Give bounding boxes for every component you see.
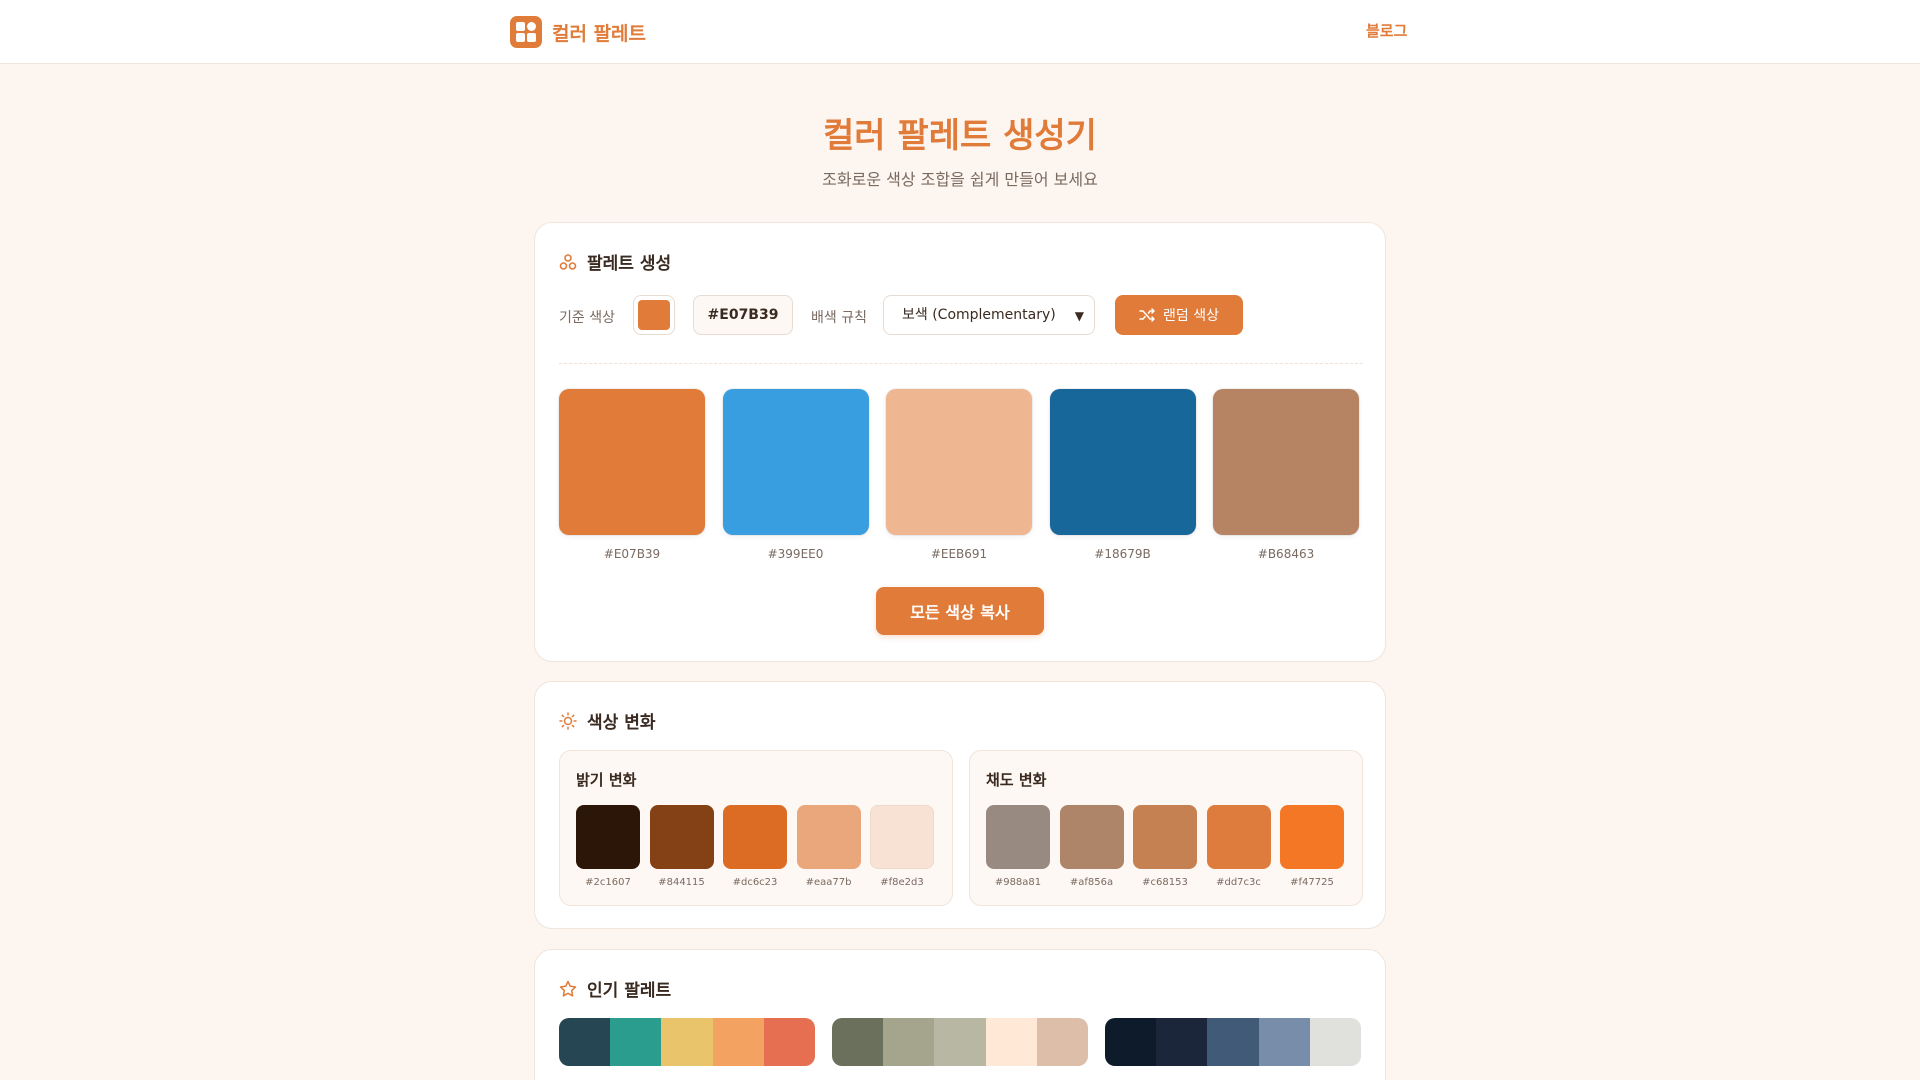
palette-color-item[interactable]: #E07B39 [559, 389, 705, 561]
saturation-hex: #c68153 [1142, 877, 1188, 888]
popular-palette-color [1207, 1018, 1259, 1066]
palette-generator-card: 팔레트 생성 기준 색상 배색 규칙 보색 (Complementary) ▼ … [534, 222, 1386, 662]
popular-palette-color [763, 1018, 815, 1066]
brightness-hex: #eaa77b [805, 877, 852, 888]
popular-palette-color [712, 1018, 764, 1066]
popular-palette-strip[interactable] [559, 1018, 815, 1066]
card-header: 인기 팔레트 [559, 976, 671, 1001]
palette-circles-icon [559, 253, 577, 270]
popular-palettes-card: 인기 팔레트 [534, 949, 1386, 1080]
brand[interactable]: 컬러 팔레트 [510, 16, 646, 48]
base-color-swatch [638, 300, 670, 330]
saturation-swatch[interactable] [1133, 805, 1197, 869]
saturation-title: 채도 변화 [986, 771, 1047, 789]
brightness-hex: #f8e2d3 [880, 877, 924, 888]
popular-palette-color [1036, 1018, 1088, 1066]
popular-palette-color [1258, 1018, 1310, 1066]
palette-color-item[interactable]: #399EE0 [722, 389, 869, 561]
generated-palette: #E07B39 #399EE0 #EEB691 #18679B #B68463 [559, 389, 1365, 569]
palette-color-hex: #399EE0 [767, 547, 824, 561]
card-title: 색상 변화 [587, 713, 656, 733]
card-title: 팔레트 생성 [587, 254, 672, 274]
page-title: 컬러 팔레트 생성기 [823, 116, 1097, 156]
shuffle-icon [1139, 308, 1155, 322]
saturation-hex: #af856a [1069, 877, 1114, 888]
popular-palette-color [985, 1018, 1037, 1066]
harmony-rule-select[interactable]: 보색 (Complementary) ▼ [883, 295, 1095, 335]
card-header: 팔레트 생성 [559, 249, 671, 274]
rule-label: 배색 규칙 [811, 310, 867, 326]
palette-color-item[interactable]: #B68463 [1213, 389, 1359, 561]
palette-color-swatch[interactable] [1213, 389, 1359, 535]
palette-logo-icon [510, 16, 542, 48]
brightness-hex: #844115 [658, 877, 705, 888]
saturation-hex: #dd7c3c [1216, 877, 1261, 888]
random-color-label: 랜덤 색상 [1163, 308, 1219, 324]
card-header: 색상 변화 [559, 708, 655, 733]
popular-palette-color [559, 1018, 611, 1066]
popular-palette-color [1156, 1018, 1208, 1066]
popular-palette-color [661, 1018, 713, 1066]
popular-palette-color [934, 1018, 986, 1066]
sun-icon [559, 711, 577, 730]
controls-row: 기준 색상 배색 규칙 보색 (Complementary) ▼ 랜덤 색상 [559, 295, 1363, 335]
brightness-swatch[interactable] [649, 805, 714, 869]
page-subtitle: 조화로운 색상 조합을 쉽게 만들어 보세요 [822, 170, 1098, 189]
brightness-hex: #2c1607 [585, 877, 631, 888]
star-icon [559, 980, 577, 997]
base-color-label: 기준 색상 [559, 310, 615, 326]
color-variations-card: 색상 변화 밝기 변화 #2c1607 #844115 #dc6c23 #eaa77b… [534, 681, 1386, 929]
rule-selected-value: 보색 (Complementary) [902, 307, 1056, 323]
section-divider [559, 363, 1363, 364]
brightness-swatch[interactable] [576, 805, 640, 869]
brightness-variations: 밝기 변화 #2c1607 #844115 #dc6c23 #eaa77b #f8e2d… [559, 750, 953, 906]
saturation-swatch[interactable] [986, 805, 1050, 869]
hex-input[interactable] [693, 295, 793, 335]
copy-all-colors-button[interactable]: 모든 색상 복사 [876, 587, 1044, 635]
palette-color-hex: #EEB691 [930, 547, 988, 561]
saturation-hex: #f47725 [1290, 877, 1334, 888]
popular-palette-strip[interactable] [832, 1018, 1088, 1066]
popular-palette-color [883, 1018, 935, 1066]
brightness-title: 밝기 변화 [576, 771, 637, 789]
palette-color-hex: #E07B39 [603, 547, 661, 561]
palette-color-swatch[interactable] [559, 389, 705, 535]
palette-color-item[interactable]: #EEB691 [886, 389, 1032, 561]
brightness-swatch[interactable] [723, 805, 787, 869]
palette-color-swatch[interactable] [1049, 389, 1196, 535]
palette-color-swatch[interactable] [722, 389, 869, 535]
palette-color-swatch[interactable] [886, 389, 1032, 535]
popular-palette-color [832, 1018, 884, 1066]
random-color-button[interactable]: 랜덤 색상 [1115, 295, 1243, 335]
card-title: 인기 팔레트 [587, 981, 672, 1001]
palette-color-hex: #18679B [1094, 547, 1151, 561]
brightness-swatch[interactable] [796, 805, 861, 869]
brightness-swatch[interactable] [870, 805, 934, 869]
top-navbar: 컬러 팔레트 블로그 [0, 0, 1920, 64]
brand-name: 컬러 팔레트 [552, 22, 647, 45]
saturation-hex: #988a81 [994, 877, 1042, 888]
palette-color-item[interactable]: #18679B [1049, 389, 1196, 561]
base-color-picker[interactable] [633, 295, 675, 335]
popular-palette-color [610, 1018, 662, 1066]
nav-link-blog[interactable]: 블로그 [1366, 20, 1407, 41]
popular-palette-strip[interactable] [1105, 1018, 1361, 1066]
saturation-swatch[interactable] [1059, 805, 1124, 869]
saturation-swatch[interactable] [1280, 805, 1344, 869]
saturation-swatch[interactable] [1206, 805, 1271, 869]
saturation-variations: 채도 변화 #988a81 #af856a #c68153 #dd7c3c #f4772… [969, 750, 1363, 906]
chevron-down-icon: ▼ [1074, 309, 1084, 323]
palette-color-hex: #B68463 [1257, 547, 1315, 561]
brightness-hex: #dc6c23 [732, 877, 778, 888]
popular-palette-color [1309, 1018, 1361, 1066]
popular-palette-color [1105, 1018, 1157, 1066]
